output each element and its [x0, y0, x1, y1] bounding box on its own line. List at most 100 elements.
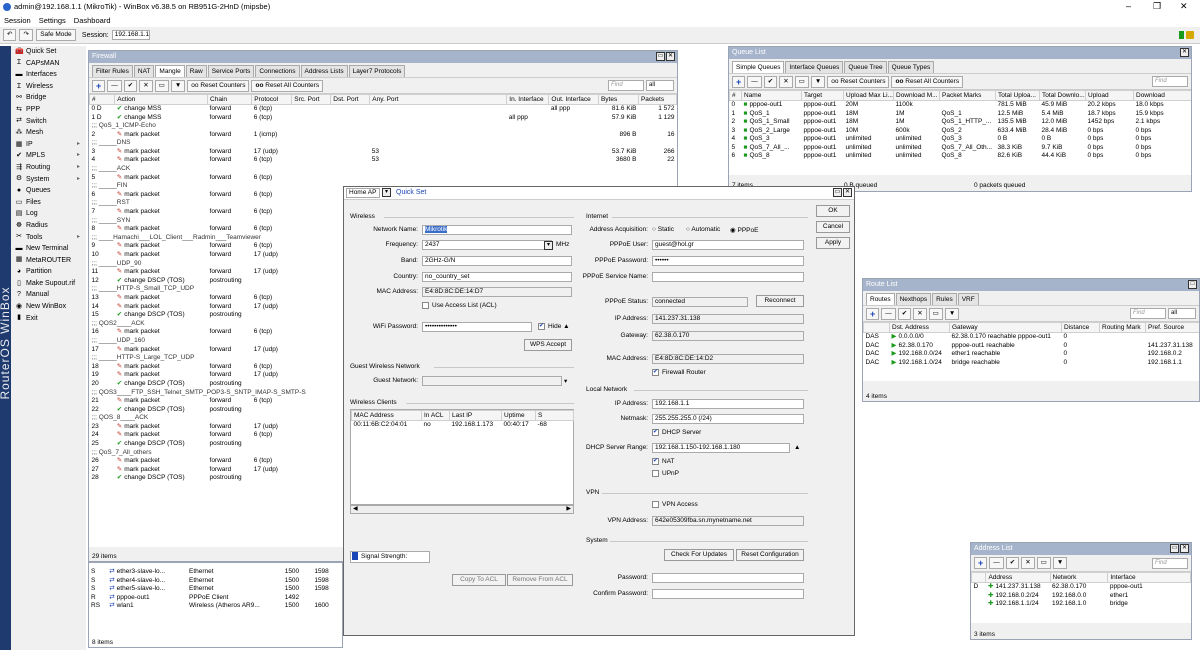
tab-layer7-protocols[interactable]: Layer7 Protocols [348, 65, 406, 77]
reset-all-counters-button[interactable]: oo Reset All Counters [251, 79, 324, 92]
tab-rules[interactable]: Rules [932, 293, 957, 305]
hide-password-checkbox[interactable]: ✔ Hide ▲ [538, 323, 570, 330]
column-header[interactable]: Dst. Address [889, 322, 950, 333]
find-input[interactable]: Find [1130, 308, 1166, 319]
disable-icon[interactable]: ✕ [779, 75, 793, 88]
table-row[interactable]: 0 ■ pppoe-out1 pppoe-out1 20M 1100k 781.5 MiB 4… [730, 101, 1192, 110]
comment-icon[interactable]: ▭ [928, 307, 943, 320]
upnp-checkbox[interactable]: UPnP [652, 470, 679, 477]
table-row[interactable]: S ⇄ ether4-slave-lo... Ethernet 1500 1598 [89, 577, 342, 586]
sidebar-item-manual[interactable]: ? Manual [11, 289, 86, 301]
dhcp-server-checkbox[interactable]: ✔ DHCP Server [652, 429, 701, 436]
column-header[interactable]: S [535, 410, 574, 421]
column-header[interactable]: Protocol [251, 94, 293, 105]
network-name-input[interactable]: Mikrotik [422, 225, 572, 235]
band-select[interactable]: 2GHz-G/N [422, 256, 572, 266]
column-header[interactable]: Total Uploa... [995, 90, 1040, 101]
disable-icon[interactable]: ✕ [913, 307, 927, 320]
column-header[interactable]: MAC Address [351, 410, 422, 421]
comment-icon[interactable]: ▭ [1036, 557, 1051, 569]
sidebar-item-exit[interactable]: ▮ Exit [11, 313, 86, 325]
table-row[interactable]: S ⇄ ether3-slave-lo... Ethernet 1500 1598 [89, 568, 342, 577]
sidebar-item-ip[interactable]: ▦ IP ▸ [11, 139, 86, 151]
menu-dashboard[interactable]: Dashboard [74, 16, 111, 25]
table-row[interactable]: DAS ▶ 0.0.0.0/0 62.38.0.170 reachable pppoe… [864, 333, 1200, 342]
column-header[interactable]: Last IP [449, 410, 502, 421]
reset-counters-button[interactable]: oo Reset Counters [187, 79, 250, 92]
table-row[interactable]: 4 ■ QoS_3 pppoe-out1 unlimited unlimited QoS_3… [730, 135, 1192, 144]
pppoe-password-input[interactable]: •••••• [652, 256, 804, 266]
table-row[interactable]: ✚ 192.168.0.2/24 192.168.0.0 ether1 [972, 591, 1191, 600]
column-header[interactable]: Download M... [893, 90, 940, 101]
check-updates-button[interactable]: Check For Updates [664, 549, 734, 561]
remove-icon[interactable]: — [747, 75, 762, 88]
sidebar-item-mesh[interactable]: ⁂ Mesh [11, 127, 86, 139]
sidebar-item-switch[interactable]: ⇄ Switch [11, 116, 86, 128]
close-icon[interactable]: ✕ [666, 52, 675, 61]
radio-automatic[interactable]: ○ Automatic [686, 226, 720, 233]
column-header[interactable]: Total Downlo... [1039, 90, 1086, 101]
filter-select[interactable]: all [646, 80, 674, 91]
sidebar-item-bridge[interactable]: ⚯ Bridge [11, 92, 86, 104]
sidebar-item-new-terminal[interactable]: ▬ New Terminal [11, 243, 86, 255]
remove-icon[interactable]: — [989, 557, 1004, 569]
table-row[interactable]: 6 ■ QoS_8 pppoe-out1 unlimited unlimited QoS_8… [730, 152, 1192, 161]
pppoe-user-input[interactable]: guest@hol.gr [652, 240, 804, 250]
column-header[interactable]: Upload [1085, 90, 1134, 101]
dhcp-range-input[interactable]: 192.168.1.150-192.168.1.180 [652, 443, 790, 453]
comment-row[interactable]: ;;; QoS_1_ICMP-Echo [90, 122, 677, 131]
sidebar-item-metarouter[interactable]: ▦ MetaROUTER [11, 255, 86, 267]
copy-to-acl-button[interactable]: Copy To ACL [452, 574, 506, 586]
session-input[interactable]: 192.168.1.1 [111, 30, 150, 40]
tab-filter-rules[interactable]: Filter Rules [92, 65, 133, 77]
menu-settings[interactable]: Settings [39, 16, 66, 25]
column-header[interactable]: Packets [637, 94, 677, 105]
menu-session[interactable]: Session [4, 16, 31, 25]
dropdown-icon[interactable]: ▾ [544, 241, 553, 250]
radio-static[interactable]: ○ Static [652, 226, 674, 233]
remove-icon[interactable]: — [881, 307, 896, 320]
sidebar-item-system[interactable]: ⚙ System ▸ [11, 174, 86, 186]
add-icon[interactable]: + [92, 79, 106, 92]
undo-icon[interactable]: ↶ [3, 29, 17, 41]
table-row[interactable]: 00:11:6B:C2:04:01 no 192.168.1.173 00:40:17… [352, 421, 574, 430]
tab-nexthops[interactable]: Nexthops [895, 293, 932, 305]
add-icon[interactable]: + [974, 557, 988, 569]
column-header[interactable]: Name [741, 90, 802, 101]
sidebar-item-radius[interactable]: ☸ Radius [11, 220, 86, 232]
filter-select[interactable]: all [1168, 308, 1196, 319]
firewall-router-checkbox[interactable]: ✔ Firewall Router [652, 369, 706, 376]
confirm-password-input[interactable] [652, 589, 804, 599]
find-input[interactable]: Find [1152, 76, 1188, 87]
sidebar-item-queues[interactable]: ● Queues [11, 185, 86, 197]
wifi-password-input[interactable]: •••••••••••••• [422, 322, 532, 332]
sidebar-item-tools[interactable]: ✂ Tools ▸ [11, 232, 86, 244]
country-select[interactable]: no_country_set [422, 272, 572, 282]
sidebar-item-interfaces[interactable]: ▬ Interfaces [11, 69, 86, 81]
table-row[interactable]: 5 ■ QoS_7_All_... pppoe-out1 unlimited unlimi… [730, 144, 1192, 153]
table-row[interactable]: ✚ 192.168.1.1/24 192.168.1.0 bridge [972, 600, 1191, 609]
table-row[interactable]: 5 ✎ mark packet forward 6 (tcp) [90, 174, 677, 183]
netmask-select[interactable]: 255.255.255.0 (/24) [652, 414, 804, 424]
cancel-button[interactable]: Cancel [816, 221, 850, 233]
column-header[interactable]: In. Interface [506, 94, 550, 105]
mode-select[interactable]: Home AP [346, 188, 380, 198]
comment-icon[interactable]: ▭ [794, 75, 809, 88]
remove-from-acl-button[interactable]: Remove From ACL [507, 574, 573, 586]
enable-icon[interactable]: ✔ [897, 307, 912, 320]
close-button[interactable]: ✕ [1180, 1, 1188, 12]
column-header[interactable]: Address [985, 572, 1051, 583]
tab-simple-queues[interactable]: Simple Queues [732, 61, 785, 73]
tab-nat[interactable]: NAT [133, 65, 155, 77]
tab-raw[interactable]: Raw [185, 65, 207, 77]
tab-mangle[interactable]: Mangle [155, 65, 185, 77]
column-header[interactable]: Src. Port [291, 94, 332, 105]
close-icon[interactable]: ✕ [843, 188, 852, 197]
close-icon[interactable]: ✕ [1180, 544, 1189, 553]
tab-service-ports[interactable]: Service Ports [207, 65, 255, 77]
enable-icon[interactable]: ✔ [763, 75, 778, 88]
column-header[interactable]: Routing Mark [1099, 322, 1146, 333]
comment-row[interactable]: ;;; _____ACK [90, 165, 677, 174]
column-header[interactable]: Uptime [501, 410, 536, 421]
column-header[interactable]: Interface [1107, 572, 1191, 583]
